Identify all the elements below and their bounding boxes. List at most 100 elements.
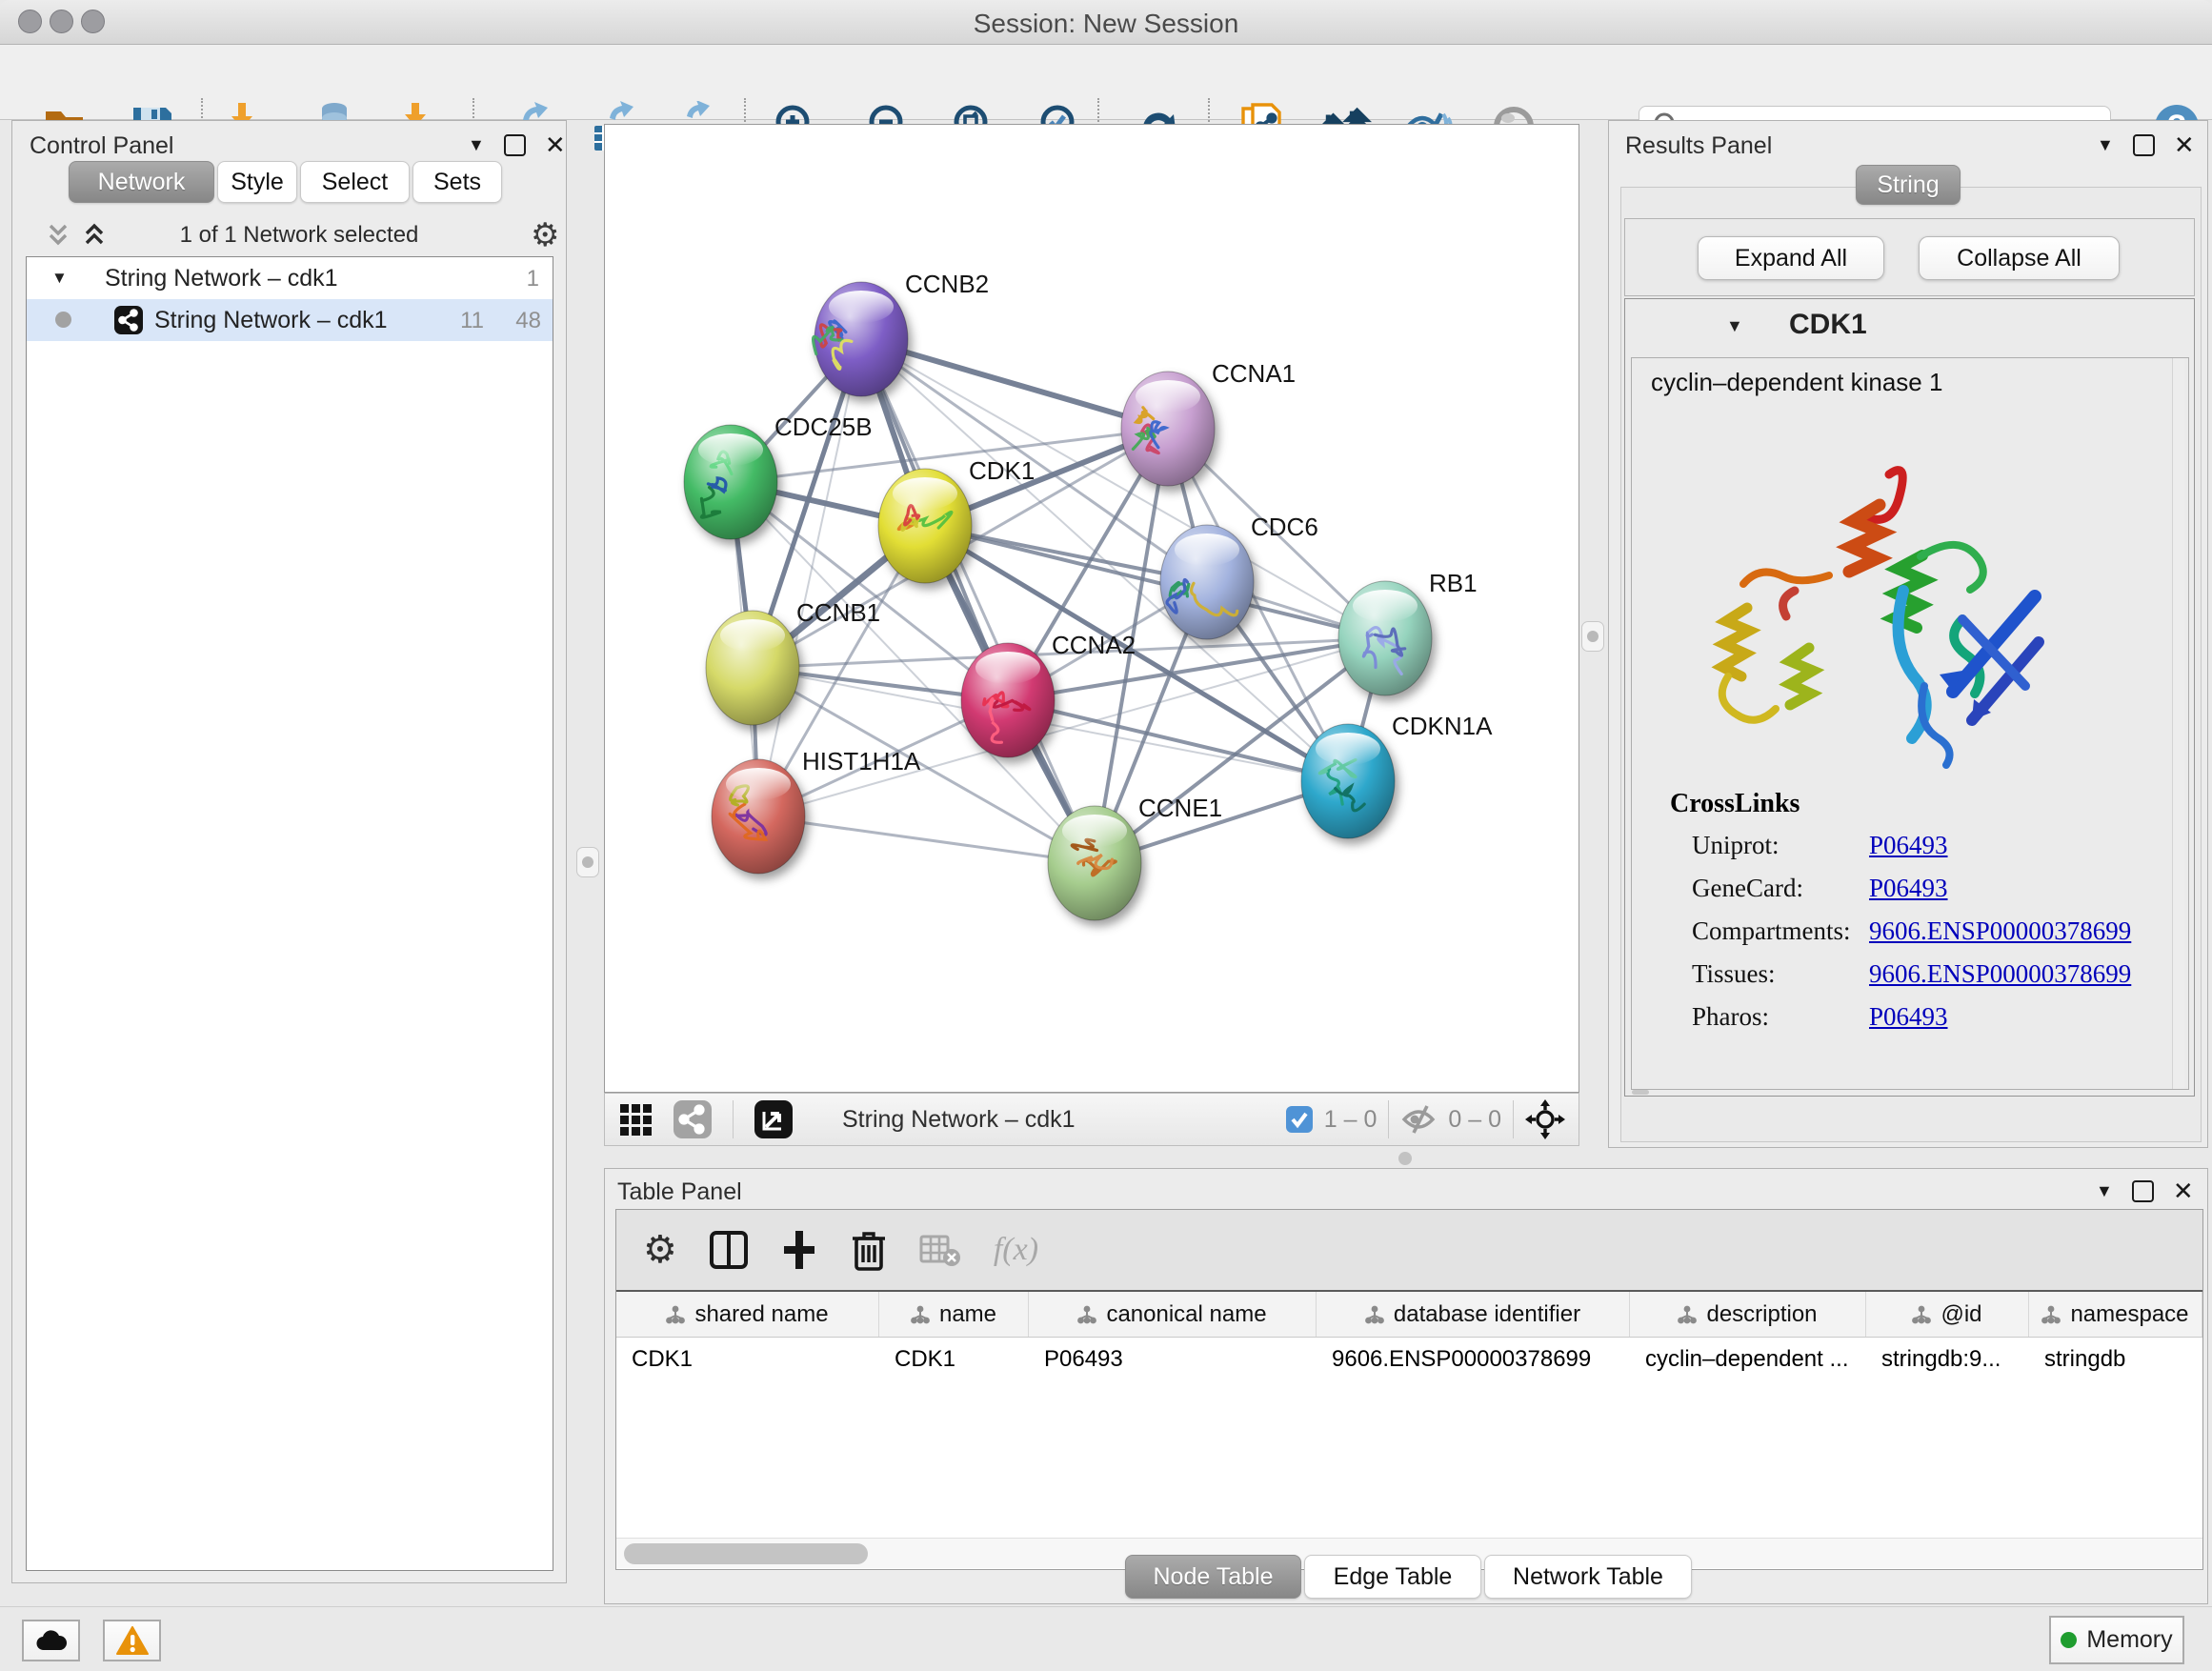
memory-button[interactable]: Memory [2049, 1616, 2184, 1664]
column-header-canonical-name[interactable]: canonical name [1029, 1292, 1317, 1337]
tab-sets[interactable]: Sets [412, 161, 502, 203]
table-settings-gear-icon[interactable]: ⚙ [643, 1228, 677, 1272]
network-node-CCNB1[interactable] [706, 611, 799, 725]
column-type-icon [1678, 1305, 1697, 1324]
right-splitter-handle[interactable] [1581, 621, 1604, 652]
network-view-canvas[interactable]: CCNB2CCNA1CDC25BCDK1CDC6RB1CCNB1CCNA2CDK… [604, 124, 1579, 1093]
column-header--id[interactable]: @id [1866, 1292, 2029, 1337]
maximize-panel-icon[interactable] [2133, 134, 2155, 156]
results-panel-controls: ▼ ✕ [2097, 132, 2195, 157]
maximize-panel-icon[interactable] [2132, 1180, 2154, 1202]
table-panel: Table Panel ▼ ✕ ⚙ f(x) shared namenameca… [604, 1168, 2208, 1604]
network-node-CCNB2[interactable] [814, 282, 908, 396]
cloud-status-button[interactable] [22, 1620, 80, 1661]
network-row-selected[interactable]: String Network – cdk1 11 48 [27, 299, 553, 341]
section-expander-icon[interactable]: ▼ [1726, 316, 1743, 336]
column-header-database-identifier[interactable]: database identifier [1317, 1292, 1630, 1337]
node-label-CCNB1: CCNB1 [796, 598, 880, 627]
node-label-CCNA1: CCNA1 [1212, 359, 1296, 388]
network-node-CCNE1[interactable] [1048, 806, 1141, 920]
birdseye-grid-icon[interactable] [618, 1100, 656, 1138]
results-horizontal-scrollbar[interactable] [1632, 1090, 1649, 1095]
network-node-RB1[interactable] [1338, 581, 1432, 695]
table-row[interactable]: CDK1CDK1P064939606.ENSP00000378699cyclin… [616, 1338, 2202, 1538]
table-container: ⚙ f(x) shared namenamecanonical namedata… [615, 1209, 2203, 1570]
table-cell[interactable]: stringdb:9... [1866, 1338, 2029, 1381]
show-columns-icon[interactable] [710, 1229, 748, 1271]
maximize-panel-icon[interactable] [504, 134, 526, 156]
control-panel-controls: ▼ ✕ [468, 132, 566, 157]
tab-node-table[interactable]: Node Table [1125, 1555, 1301, 1599]
close-panel-icon[interactable]: ✕ [2173, 1178, 2194, 1203]
edge-HIST1H1A-CCNE1[interactable] [758, 816, 1095, 863]
edge-CCNB2-HIST1H1A[interactable] [758, 339, 861, 816]
tab-string[interactable]: String [1856, 165, 1961, 205]
node-label-CDC6: CDC6 [1251, 513, 1318, 541]
network-node-CDK1[interactable] [878, 469, 972, 583]
tree-expander-icon[interactable]: ▼ [51, 269, 68, 288]
table-cell[interactable]: 9606.ENSP00000378699 [1317, 1338, 1630, 1381]
edge-CDK1-RB1[interactable] [925, 526, 1385, 638]
column-header-shared-name[interactable]: shared name [616, 1292, 879, 1337]
network-node-CDC6[interactable] [1160, 525, 1254, 639]
function-builder-icon[interactable]: f(x) [994, 1232, 1038, 1268]
tab-network-table[interactable]: Network Table [1484, 1555, 1692, 1599]
network-collection-row[interactable]: ▼ String Network – cdk1 1 [27, 257, 553, 299]
network-options-gear-icon[interactable]: ⚙ [531, 216, 559, 254]
collapse-all-button[interactable]: Collapse All [1919, 236, 2120, 280]
network-share-icon[interactable] [674, 1100, 712, 1138]
column-type-icon [911, 1305, 930, 1324]
crosslink-link[interactable]: 9606.ENSP00000378699 [1869, 959, 2131, 1002]
warnings-button[interactable] [103, 1620, 161, 1661]
tab-style[interactable]: Style [217, 161, 297, 203]
crosslink-link[interactable]: P06493 [1869, 831, 1948, 874]
results-panel: Results Panel ▼ ✕ String Expand All Coll… [1608, 120, 2208, 1148]
node-label-CDK1: CDK1 [969, 456, 1035, 485]
network-node-CCNA1[interactable] [1121, 372, 1215, 486]
network-graph[interactable]: CCNB2CCNA1CDC25BCDK1CDC6RB1CCNB1CCNA2CDK… [605, 125, 1579, 1092]
expand-all-button[interactable]: Expand All [1698, 236, 1884, 280]
edge-CCNB2-CCNA1[interactable] [861, 339, 1168, 429]
open-in-new-window-icon[interactable] [754, 1100, 793, 1138]
table-cell[interactable]: cyclin–dependent ... [1630, 1338, 1866, 1381]
delete-table-icon[interactable] [919, 1231, 961, 1269]
table-cell[interactable]: P06493 [1029, 1338, 1317, 1381]
table-cell[interactable]: CDK1 [616, 1338, 879, 1381]
network-node-CDKN1A[interactable] [1301, 724, 1395, 838]
network-node-CCNA2[interactable] [961, 643, 1055, 757]
tab-select[interactable]: Select [300, 161, 410, 203]
crosslink-label: Compartments: [1692, 916, 1869, 959]
network-node-HIST1H1A[interactable] [712, 759, 805, 874]
crosslink-label: GeneCard: [1692, 874, 1869, 916]
crosslink-link[interactable]: P06493 [1869, 874, 1948, 916]
results-vertical-scrollbar[interactable] [2172, 358, 2184, 1089]
table-cell[interactable]: CDK1 [879, 1338, 1029, 1381]
selected-checkbox-icon[interactable] [1286, 1106, 1313, 1133]
node-description: cyclin–dependent kinase 1 [1651, 368, 1942, 397]
pan-crosshair-icon[interactable] [1525, 1099, 1565, 1139]
left-splitter-handle[interactable] [576, 847, 599, 877]
table-cell[interactable]: stringdb [2029, 1338, 2202, 1381]
crosslink-link[interactable]: 9606.ENSP00000378699 [1869, 916, 2131, 959]
add-column-icon[interactable] [780, 1229, 818, 1271]
float-panel-icon[interactable]: ▼ [2096, 1182, 2113, 1199]
column-header-description[interactable]: description [1630, 1292, 1866, 1337]
close-panel-icon[interactable]: ✕ [545, 132, 566, 157]
close-panel-icon[interactable]: ✕ [2174, 132, 2195, 157]
horizontal-splitter-handle[interactable] [1398, 1152, 1412, 1165]
crosslinks-list: Uniprot:P06493 GeneCard:P06493 Compartme… [1692, 831, 2168, 1045]
float-panel-icon[interactable]: ▼ [468, 136, 485, 153]
float-panel-icon[interactable]: ▼ [2097, 136, 2114, 153]
tab-edge-table[interactable]: Edge Table [1304, 1555, 1481, 1599]
tab-network[interactable]: Network [69, 161, 214, 203]
network-node-CDC25B[interactable] [684, 425, 777, 539]
column-header-namespace[interactable]: namespace [2029, 1292, 2202, 1337]
delete-column-trash-icon[interactable] [851, 1229, 887, 1271]
edge-CCNB2-CCNE1[interactable] [861, 339, 1095, 863]
column-header-name[interactable]: name [879, 1292, 1029, 1337]
scrollbar-thumb[interactable] [624, 1543, 868, 1564]
network-label: String Network – cdk1 [154, 307, 388, 334]
control-panel: Control Panel ▼ ✕ Network Style Select S… [11, 120, 567, 1583]
crosslink-link[interactable]: P06493 [1869, 1002, 1948, 1045]
edge-RB1-HIST1H1A[interactable] [758, 638, 1385, 816]
